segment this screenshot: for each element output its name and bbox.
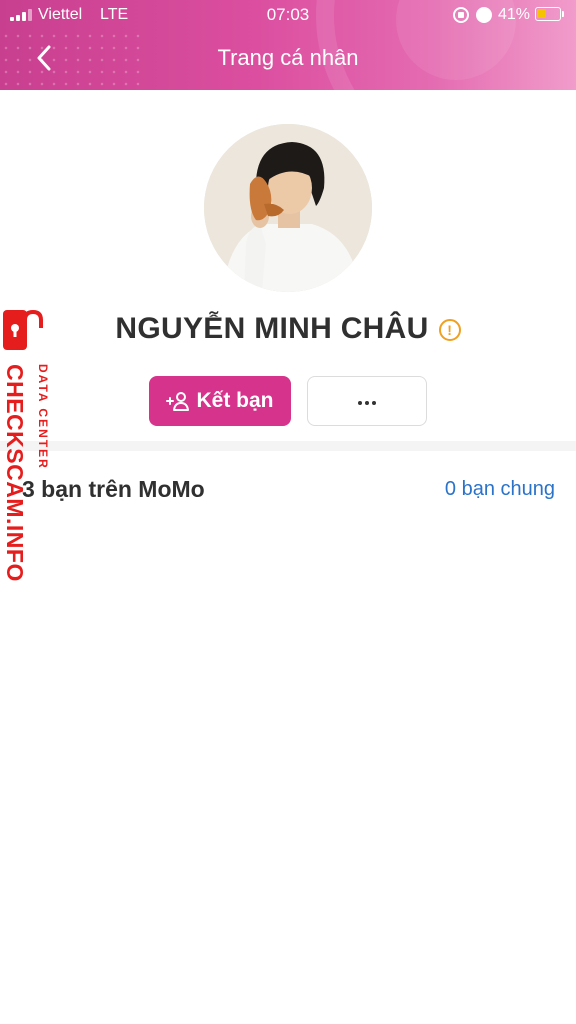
avatar[interactable]	[204, 124, 372, 292]
battery-tip	[562, 11, 564, 17]
profile-name-row: NGUYỄN MINH CHÂU !	[0, 312, 576, 346]
section-divider	[0, 441, 576, 451]
battery-level	[537, 9, 546, 18]
battery-percent: 41%	[498, 6, 531, 23]
more-options-button[interactable]	[307, 376, 427, 426]
add-friend-button[interactable]: Kết bạn	[149, 376, 291, 426]
header-bar: Viettel LTE 07:03 41% Trang cá nhân	[0, 0, 576, 90]
add-user-icon	[166, 392, 190, 411]
profile-name: NGUYỄN MINH CHÂU	[115, 312, 429, 345]
lock-icon	[3, 310, 43, 350]
mutual-friends-link[interactable]: 0 bạn chung	[445, 478, 555, 501]
page-title: Trang cá nhân	[217, 45, 359, 70]
rotation-lock-icon	[453, 7, 469, 23]
watermark-subtext: DATA CENTER	[36, 364, 50, 470]
watermark-text: CHECKSCAM.INFO	[2, 364, 28, 582]
avatar-photo	[204, 124, 372, 292]
add-friend-label: Kết bạn	[196, 389, 274, 412]
ellipsis-icon	[357, 392, 378, 410]
alarm-icon	[476, 7, 492, 23]
status-bar: Viettel LTE 07:03 41%	[0, 0, 576, 30]
battery-icon	[535, 7, 561, 21]
warning-circle-icon[interactable]: !	[438, 319, 461, 341]
